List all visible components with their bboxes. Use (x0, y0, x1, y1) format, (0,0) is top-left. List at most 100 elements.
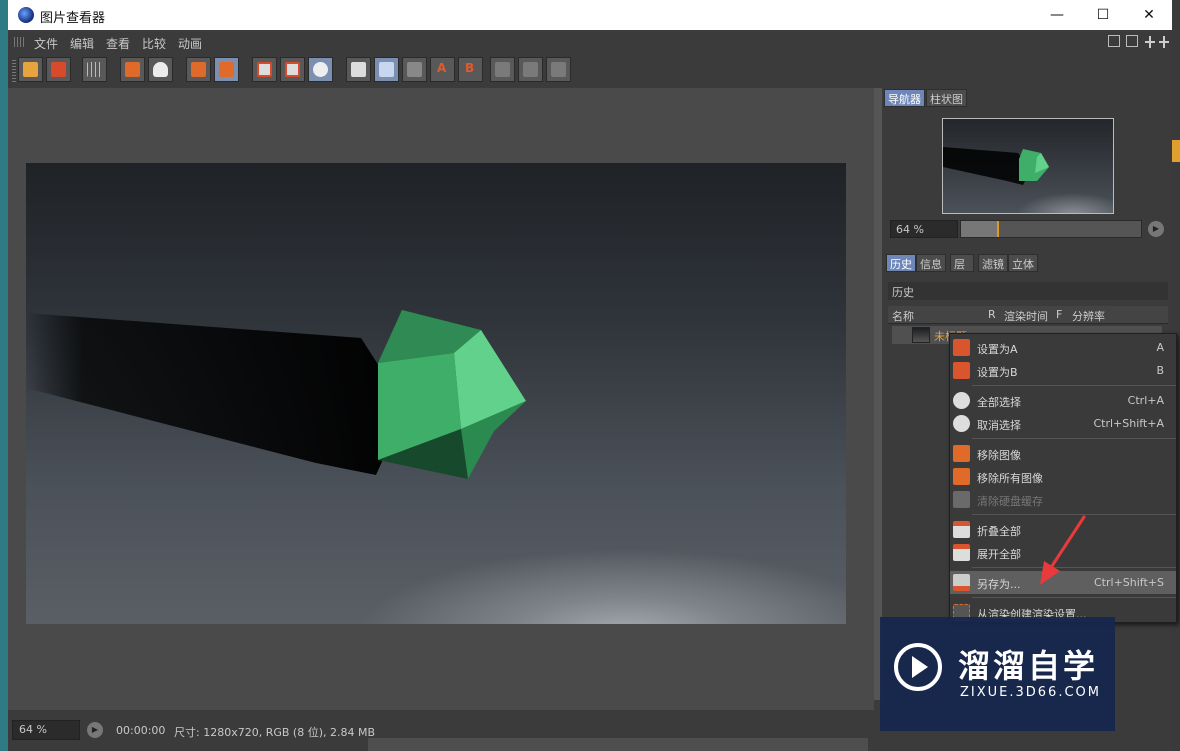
background-app-icon (1172, 140, 1180, 162)
menu-compare[interactable]: 比较 (142, 35, 166, 52)
menu-item-label: 折叠全部 (977, 525, 1021, 538)
save-icon (51, 62, 66, 77)
set-b-icon: B (465, 61, 475, 75)
tab-navigator[interactable]: 导航器 (884, 89, 925, 107)
set-a-button[interactable]: A (430, 57, 455, 82)
menu-item-label: 另存为... (977, 578, 1021, 591)
image-viewport[interactable] (8, 88, 874, 700)
save-as-icon (953, 574, 970, 591)
ab-split-button[interactable] (346, 57, 371, 82)
expand-window-icon[interactable] (1126, 35, 1138, 47)
column-render-time[interactable]: 渲染时间 (1004, 308, 1048, 324)
view-b-icon (285, 62, 300, 77)
navigator-play-button[interactable]: ▶ (1148, 221, 1164, 237)
ab-wipe-icon (523, 62, 538, 77)
watermark-logo: 溜溜自学 ZIXUE.3D66.COM (880, 617, 1115, 731)
view-a-button[interactable] (252, 57, 277, 82)
remove-all-images-icon (953, 468, 970, 485)
open-folder-icon (23, 62, 38, 77)
tab-filters[interactable]: 滤镜 (978, 254, 1008, 272)
stop-render-button[interactable] (120, 57, 145, 82)
menu-view[interactable]: 查看 (106, 35, 130, 52)
menu-item-label: 全部选择 (977, 396, 1021, 409)
grid-icon (87, 62, 102, 77)
column-r[interactable]: R (988, 308, 996, 321)
column-resolution[interactable]: 分辨率 (1072, 308, 1105, 324)
ab-diff-button[interactable] (402, 57, 427, 82)
menu-item-label: 清除硬盘缓存 (977, 495, 1043, 508)
tab-stereo[interactable]: 立体 (1008, 254, 1038, 272)
set-b-icon (953, 362, 970, 379)
menu-item-set-b[interactable]: 设置为B B (950, 359, 1176, 382)
menu-item-label: 设置为B (977, 366, 1018, 379)
ab-overlay-button[interactable] (546, 57, 571, 82)
green-gem (378, 310, 526, 479)
menu-item-clear-cache: 清除硬盘缓存 (950, 488, 1176, 511)
maximize-button[interactable]: ☐ (1080, 0, 1126, 30)
menu-item-select-all[interactable]: 全部选择 Ctrl+A (950, 389, 1176, 412)
menu-edit[interactable]: 编辑 (70, 35, 94, 52)
navigator-zoom-field[interactable]: 64 % (890, 220, 958, 238)
minimize-button[interactable]: — (1034, 0, 1080, 30)
close-button[interactable]: ✕ (1126, 0, 1172, 30)
menu-file[interactable]: 文件 (34, 35, 58, 52)
menu-item-shortcut: A (1156, 341, 1164, 354)
navigator-thumbnail[interactable] (942, 118, 1114, 214)
select-all-icon (953, 392, 970, 409)
menu-item-deselect[interactable]: 取消选择 Ctrl+Shift+A (950, 412, 1176, 435)
column-f[interactable]: F (1056, 308, 1062, 321)
play-logo-icon (894, 643, 942, 691)
navigator-slider-knob[interactable] (997, 221, 999, 237)
layout-panel-icon[interactable] (1108, 35, 1120, 47)
expand-all-icon (953, 544, 970, 561)
ab-split-icon (351, 62, 366, 77)
menu-item-remove-all-images[interactable]: 移除所有图像 (950, 465, 1176, 488)
navigator-preview (943, 147, 1049, 185)
remove-image-icon (953, 445, 970, 462)
menu-separator (972, 597, 1176, 598)
navigator-zoom-slider[interactable] (960, 220, 1142, 238)
menu-item-label: 取消选择 (977, 419, 1021, 432)
menu-item-set-a[interactable]: 设置为A A (950, 336, 1176, 359)
vertical-scrollbar[interactable] (874, 88, 882, 700)
tab-layers[interactable]: 层 (950, 254, 974, 272)
remove-image-button[interactable] (186, 57, 211, 82)
deselect-icon (953, 415, 970, 432)
status-zoom-field[interactable]: 64 % (12, 720, 80, 740)
set-a-icon: A (437, 61, 447, 75)
background-timeline-strip (368, 738, 868, 751)
watermark-url: ZIXUE.3D66.COM (960, 685, 1101, 700)
user-button[interactable] (148, 57, 173, 82)
history-columns: 名称 R 渲染时间 F 分辨率 (888, 306, 1168, 324)
tab-history[interactable]: 历史 (886, 254, 916, 272)
view-a-icon (257, 62, 272, 77)
status-time: 00:00:00 (116, 724, 166, 737)
status-play-button[interactable]: ▶ (87, 722, 103, 738)
horizontal-scrollbar[interactable] (8, 700, 874, 710)
ab-overlay-icon (551, 62, 566, 77)
stop-icon (125, 62, 140, 77)
main-toolbar: A B (8, 54, 1172, 86)
filmstrip-icon (219, 62, 234, 77)
open-file-button[interactable] (18, 57, 43, 82)
menu-item-remove-image[interactable]: 移除图像 (950, 442, 1176, 465)
rendered-image (26, 163, 846, 624)
save-button[interactable] (46, 57, 71, 82)
tab-info[interactable]: 信息 (916, 254, 946, 272)
menu-item-shortcut: B (1156, 364, 1164, 377)
move-arrows-icon[interactable] (1144, 35, 1169, 48)
view-b-button[interactable] (280, 57, 305, 82)
set-b-button[interactable]: B (458, 57, 483, 82)
tab-histogram[interactable]: 柱状图 (926, 89, 967, 107)
watermark-title: 溜溜自学 (958, 647, 1099, 685)
menu-animation[interactable]: 动画 (178, 35, 202, 52)
menu-grip-icon (14, 37, 26, 47)
ab-compare-button[interactable] (374, 57, 399, 82)
filmstrip-button[interactable] (214, 57, 239, 82)
column-name[interactable]: 名称 (892, 308, 914, 324)
menu-item-label: 移除所有图像 (977, 472, 1043, 485)
ab-wipe-button[interactable] (518, 57, 543, 82)
ab-swap-button[interactable] (490, 57, 515, 82)
grid-button[interactable] (82, 57, 107, 82)
compare-button[interactable] (308, 57, 333, 82)
